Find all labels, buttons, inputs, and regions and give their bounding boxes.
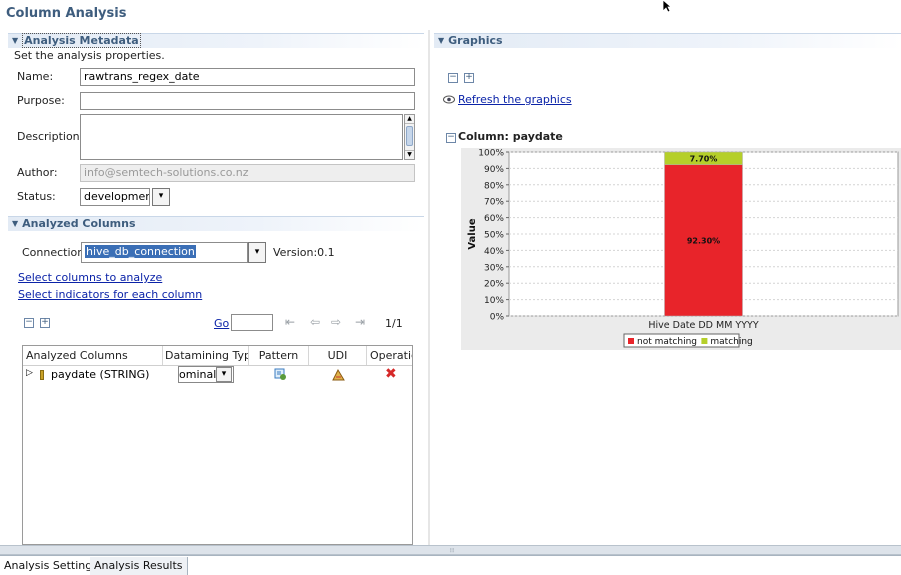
last-page-icon[interactable]: ⇥	[355, 315, 365, 329]
legend-swatch	[701, 338, 708, 344]
y-tick-label: 0%	[490, 313, 505, 323]
page-title: Column Analysis	[6, 6, 127, 21]
collapse-chart-icon[interactable]: −	[446, 133, 456, 143]
page-number-field[interactable]	[231, 314, 273, 331]
bar-chart: 0% 10% 20% 30% 40% 50% 60% 70% 80% 90% 100% 92.30% 7…	[467, 149, 899, 348]
legend-label: matching	[710, 337, 752, 347]
scroll-thumb[interactable]	[406, 126, 413, 146]
y-tick-label: 80%	[484, 181, 504, 191]
version-text: Version:0.1	[273, 246, 335, 259]
purpose-field[interactable]	[80, 92, 415, 110]
connection-label: Connection:	[22, 246, 88, 259]
column-header[interactable]: UDI	[309, 346, 367, 365]
section-title: Graphics	[448, 34, 503, 47]
description-scrollbar[interactable]: ▲ ▼	[404, 114, 415, 160]
name-field[interactable]: rawtrans_regex_date	[80, 68, 415, 86]
chart-container: 0% 10% 20% 30% 40% 50% 60% 70% 80% 90% 100% 92.30% 7…	[461, 148, 901, 350]
table-row[interactable]: ▷ paydate (STRING) ominal ▾ ✖	[23, 366, 412, 385]
page-count: 1/1	[385, 317, 403, 330]
y-tick-label: 10%	[484, 296, 504, 306]
udi-icon[interactable]	[332, 368, 345, 384]
column-header[interactable]: Datamining Type	[163, 346, 249, 365]
expand-all-icon[interactable]: +	[464, 73, 474, 83]
sash-grip-icon[interactable]: ⦙⦙⦙	[450, 547, 454, 555]
metadata-subtitle: Set the analysis properties.	[14, 49, 165, 62]
legend-label: not matching	[637, 337, 697, 347]
status-select[interactable]: development	[80, 188, 150, 206]
eye-icon	[443, 94, 455, 107]
go-link[interactable]: Go	[214, 317, 229, 330]
y-tick-label: 30%	[484, 263, 504, 273]
description-field[interactable]	[80, 114, 403, 160]
editor-bottom-bar: ⦙⦙⦙	[0, 545, 901, 555]
y-tick-label: 70%	[484, 198, 504, 208]
expand-row-icon[interactable]: ▷	[26, 368, 33, 378]
collapse-all-icon[interactable]: −	[448, 73, 458, 83]
section-title: Analysis Metadata	[22, 33, 141, 48]
select-indicators-link[interactable]: Select indicators for each column	[18, 288, 202, 301]
y-tick-label: 40%	[484, 247, 504, 257]
collapse-triangle-icon[interactable]: ▼	[12, 217, 18, 231]
analyzed-columns-table[interactable]: Analyzed Columns Datamining Type Pattern…	[22, 345, 413, 545]
tab-analysis-results[interactable]: Analysis Results	[90, 557, 188, 575]
status-label: Status:	[17, 190, 56, 203]
connection-select[interactable]: hive_db_connection	[81, 242, 248, 263]
column-name: paydate (STRING)	[51, 368, 150, 381]
scroll-down-icon[interactable]: ▼	[405, 150, 414, 159]
tab-analysis-settings[interactable]: Analysis Settings	[0, 557, 103, 575]
select-columns-link[interactable]: Select columns to analyze	[18, 271, 162, 284]
graphics-header[interactable]: ▼ Graphics	[434, 33, 901, 48]
analysis-metadata-header[interactable]: ▼ Analysis Metadata	[8, 33, 424, 48]
author-label: Author:	[17, 166, 58, 179]
name-label: Name:	[17, 70, 54, 83]
collapse-all-icon[interactable]: −	[24, 318, 34, 328]
description-label: Description:	[17, 130, 84, 143]
analyzed-columns-header[interactable]: ▼ Analyzed Columns	[8, 216, 424, 231]
panel-splitter[interactable]	[428, 30, 430, 545]
y-tick-label: 100%	[478, 149, 504, 159]
data-label: 92.30%	[687, 236, 720, 245]
chevron-down-icon[interactable]: ▾	[248, 242, 266, 263]
scroll-up-icon[interactable]: ▲	[405, 115, 414, 124]
chevron-down-icon[interactable]: ▾	[216, 367, 232, 382]
y-axis-label: Value	[467, 218, 478, 249]
author-field: info@semtech-solutions.co.nz	[80, 164, 415, 182]
delete-icon[interactable]: ✖	[385, 367, 397, 381]
chevron-down-icon[interactable]: ▾	[152, 188, 170, 206]
column-icon	[40, 370, 44, 380]
cursor-icon	[662, 0, 673, 17]
collapse-triangle-icon[interactable]: ▼	[438, 34, 444, 48]
connection-value: hive_db_connection	[85, 245, 196, 258]
purpose-label: Purpose:	[17, 94, 65, 107]
first-page-icon[interactable]: ⇤	[285, 315, 295, 329]
y-tick-label: 90%	[484, 165, 504, 175]
previous-page-icon[interactable]: ⇦	[310, 315, 320, 329]
data-label: 7.70%	[690, 154, 718, 163]
collapse-triangle-icon[interactable]: ▼	[12, 34, 18, 48]
column-header[interactable]: Analyzed Columns	[23, 346, 163, 365]
y-tick-label: 20%	[484, 280, 504, 290]
legend-swatch	[628, 338, 634, 344]
x-tick-label: Hive Date DD MM YYYY	[648, 320, 758, 331]
expand-all-icon[interactable]: +	[40, 318, 50, 328]
datamining-type-value: ominal	[179, 368, 217, 381]
column-header[interactable]: Pattern	[249, 346, 309, 365]
refresh-graphics-link[interactable]: Refresh the graphics	[458, 93, 572, 106]
section-title: Analyzed Columns	[22, 217, 136, 230]
y-tick-label: 60%	[484, 214, 504, 224]
y-tick-label: 50%	[484, 231, 504, 241]
editor-tabs: Analysis Settings Analysis Results	[0, 555, 901, 575]
column-header[interactable]: Operatic	[367, 346, 412, 365]
table-header: Analyzed Columns Datamining Type Pattern…	[23, 346, 412, 366]
pattern-icon[interactable]	[274, 368, 287, 384]
chart-column-title: Column: paydate	[458, 130, 563, 143]
next-page-icon[interactable]: ⇨	[331, 315, 341, 329]
